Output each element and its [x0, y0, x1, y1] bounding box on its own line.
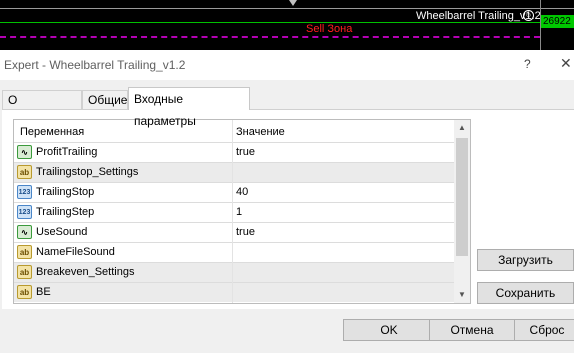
scroll-down-icon[interactable]: ▼ [458, 290, 466, 299]
table-row[interactable]: 123 TrailingStop 40 [14, 182, 454, 202]
param-name: Breakeven_Settings [36, 266, 135, 278]
expert-dialog: Expert - Wheelbarrel Trailing_v1.2 ? ✕ О… [0, 50, 574, 353]
number-icon: 123 [17, 205, 32, 219]
tab-inputs[interactable]: Входные параметры [128, 87, 250, 128]
time-marker-icon [289, 0, 297, 6]
param-value[interactable]: true [236, 146, 255, 158]
param-name: NameFileSound [36, 246, 115, 258]
string-icon: ab [17, 265, 32, 279]
column-header-value[interactable]: Значение [236, 126, 285, 138]
table-row[interactable]: ∿ ProfitTrailing true [14, 142, 454, 162]
table-row[interactable]: ab BE [14, 282, 454, 302]
string-icon: ab [17, 165, 32, 179]
table-row[interactable]: ab NameFileSound [14, 242, 454, 262]
param-name: ProfitTrailing [36, 146, 98, 158]
param-name: TrailingStep [36, 206, 95, 218]
number-icon: 123 [17, 185, 32, 199]
sell-zone-label: Sell Зона [306, 23, 353, 35]
param-name: BE [36, 286, 51, 298]
trend-icon: ∿ [17, 145, 32, 159]
scroll-up-icon[interactable]: ▲ [458, 123, 466, 132]
param-name: Trailingstop_Settings [36, 166, 139, 178]
cancel-button[interactable]: Отмена [429, 319, 515, 341]
string-icon: ab [17, 285, 32, 299]
column-header-name[interactable]: Переменная [20, 126, 84, 138]
param-name: TrailingStop [36, 186, 95, 198]
save-button[interactable]: Сохранить [477, 282, 574, 304]
dialog-title: Expert - Wheelbarrel Trailing_v1.2 [4, 58, 186, 72]
load-button[interactable]: Загрузить [477, 249, 574, 271]
tab-general[interactable]: Общие [82, 90, 128, 109]
trend-icon: ∿ [17, 225, 32, 239]
expert-name-label: Wheelbarrel Trailing_v1.2 [416, 10, 541, 22]
param-value[interactable]: true [236, 226, 255, 238]
vertical-scrollbar[interactable]: ▲ ▼ [454, 120, 470, 303]
close-icon[interactable]: ✕ [560, 55, 572, 72]
param-name: UseSound [36, 226, 88, 238]
param-value[interactable]: 1 [236, 206, 242, 218]
table-row[interactable]: 123 TrailingStep 1 [14, 202, 454, 222]
param-value[interactable]: 40 [236, 186, 248, 198]
help-button[interactable]: ? [524, 57, 531, 71]
table-row[interactable]: ∿ UseSound true [14, 222, 454, 242]
price-line [0, 22, 540, 23]
string-icon: ab [17, 245, 32, 259]
parameters-grid: Переменная Значение ∿ ProfitTrailing tru… [13, 119, 471, 304]
smiley-icon: ☺ [523, 10, 534, 21]
price-badge: 26922 [540, 15, 574, 28]
scroll-thumb[interactable] [456, 138, 468, 256]
sell-zone-line [0, 36, 540, 38]
ok-button[interactable]: OK [343, 319, 435, 341]
tab-about[interactable]: О программе [2, 90, 82, 126]
column-divider[interactable] [232, 120, 233, 303]
grid-header: Переменная Значение [14, 120, 454, 142]
table-row[interactable]: ab Trailingstop_Settings [14, 162, 454, 182]
chart-top-line [0, 8, 574, 9]
dialog-titlebar[interactable]: Expert - Wheelbarrel Trailing_v1.2 ? ✕ [0, 50, 574, 80]
reset-button[interactable]: Сброс [514, 319, 574, 341]
table-row[interactable]: ab Breakeven_Settings [14, 262, 454, 282]
chart-strip: Wheelbarrel Trailing_v1.2 ☺ 26922 Sell З… [0, 0, 574, 50]
price-axis-divider [540, 0, 541, 50]
